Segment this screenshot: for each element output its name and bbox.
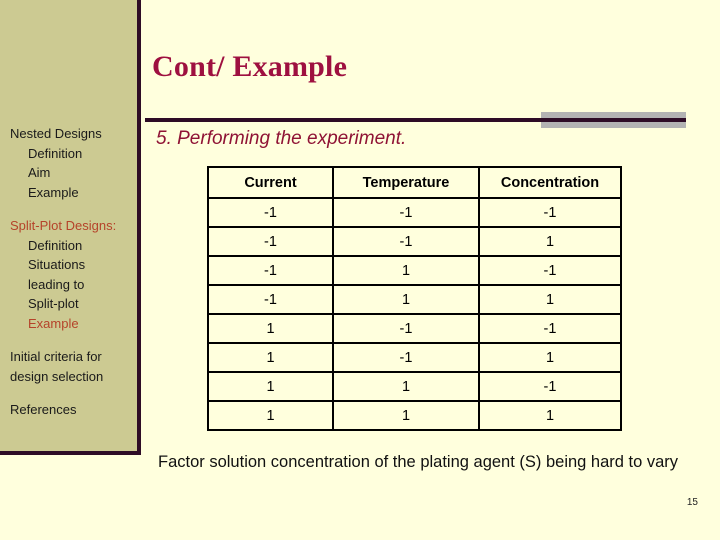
sidebar-group-0: Nested Designs Definition Aim Example: [0, 124, 137, 202]
table-cell: -1: [207, 226, 334, 257]
table-row: 1 1 -1: [207, 371, 622, 402]
table-header-row: Current Temperature Concentration: [207, 166, 622, 199]
table-cell: -1: [332, 197, 480, 228]
sidebar-item-leading-to[interactable]: leading to: [0, 275, 137, 295]
sidebar-group-3: References: [0, 400, 137, 420]
sidebar-item-split-plot[interactable]: Split-plot: [0, 294, 137, 314]
table-cell: -1: [478, 255, 622, 286]
page-number: 15: [686, 497, 698, 508]
table-row: 1 -1 -1: [207, 313, 622, 344]
sidebar-item-split-plot-designs[interactable]: Split-Plot Designs:: [0, 216, 137, 236]
table-row: -1 -1 1: [207, 226, 622, 257]
table-cell: -1: [332, 342, 480, 373]
table-cell: 1: [478, 342, 622, 373]
table-cell: 1: [207, 400, 334, 431]
sidebar-group-2: Initial criteria for design selection: [0, 347, 137, 386]
table-cell: 1: [207, 371, 334, 402]
table-cell: -1: [332, 313, 480, 344]
table-cell: -1: [207, 197, 334, 228]
table-header: Current Temperature Concentration: [207, 166, 622, 199]
sidebar-item-definition[interactable]: Definition: [0, 144, 137, 164]
table-row: 1 -1 1: [207, 342, 622, 373]
table-cell: 1: [207, 313, 334, 344]
slide-subtitle: 5. Performing the experiment.: [156, 128, 407, 149]
table-cell: -1: [478, 371, 622, 402]
table-cell: -1: [478, 313, 622, 344]
table-body: -1 -1 -1 -1 -1 1 -1 1 -1 -1 1 1 1 -1 -1 1 -1 1 1 1 -1 1 1 1: [207, 197, 622, 431]
table-cell: -1: [332, 226, 480, 257]
column-header-concentration: Concentration: [478, 166, 622, 199]
table-cell: 1: [478, 284, 622, 315]
title-divider-rule: [145, 118, 686, 122]
sidebar-item-situations[interactable]: Situations: [0, 255, 137, 275]
table-cell: -1: [207, 284, 334, 315]
table-cell: 1: [478, 226, 622, 257]
footer-note: Factor solution concentration of the pla…: [158, 453, 679, 471]
sidebar-item-design-selection[interactable]: design selection: [0, 367, 137, 387]
sidebar-item-example[interactable]: Example: [0, 314, 137, 334]
factorial-design-table: Current Temperature Concentration -1 -1 -1 -1…: [207, 166, 622, 431]
sidebar-item-references[interactable]: References: [0, 400, 137, 420]
sidebar-navigation: Nested Designs Definition Aim Example Split-…: [0, 0, 141, 455]
table-cell: 1: [207, 342, 334, 373]
table-row: -1 -1 -1: [207, 197, 622, 228]
table-cell: -1: [478, 197, 622, 228]
table-row: -1 1 -1: [207, 255, 622, 286]
table-cell: 1: [332, 400, 480, 431]
sidebar-item-aim[interactable]: Aim: [0, 163, 137, 183]
sidebar-item-nested-designs[interactable]: Nested Designs: [0, 124, 137, 144]
table-row: 111: [207, 400, 622, 431]
table-cell: 1: [478, 400, 622, 431]
table-cell: 1: [332, 255, 480, 286]
slide-title: Cont/ Example: [152, 50, 348, 83]
sidebar-item-definition[interactable]: Definition: [0, 236, 137, 256]
column-header-current: Current: [207, 166, 334, 199]
sidebar-group-1: Split-Plot Designs: Definition Situations l…: [0, 216, 137, 333]
sidebar-item-example[interactable]: Example: [0, 183, 137, 203]
table-cell: -1: [207, 255, 334, 286]
table-cell: 1: [332, 284, 480, 315]
table-cell: 1: [332, 371, 480, 402]
sidebar-item-initial-criteria-for[interactable]: Initial criteria for: [0, 347, 137, 367]
table-row: -1 1 1: [207, 284, 622, 315]
column-header-temperature: Temperature: [332, 166, 480, 199]
